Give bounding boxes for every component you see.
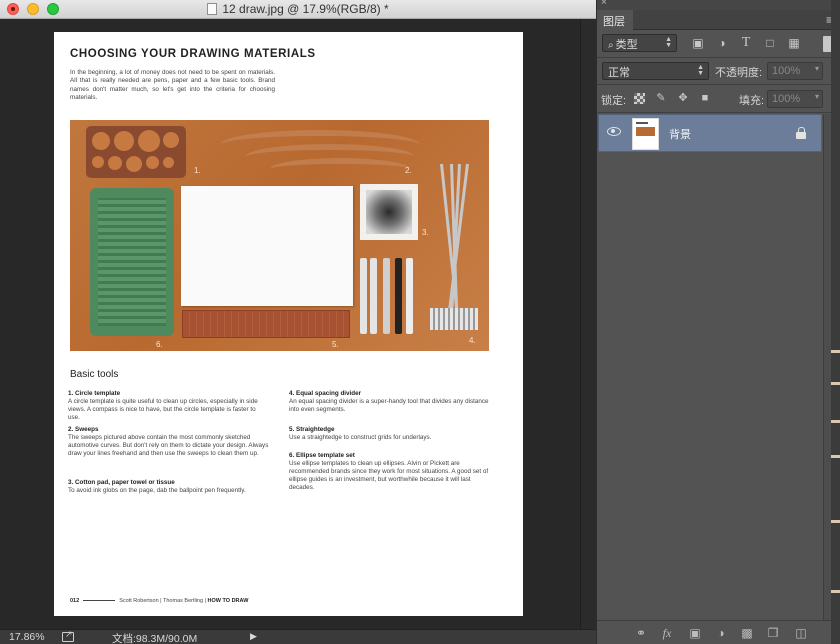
- footer-authors: Scott Robertson | Thomas Bertling |: [119, 598, 207, 604]
- opacity-label: 不透明度:: [715, 67, 763, 79]
- tool-entry: 4. Equal spacing divider An equal spacin…: [289, 390, 489, 413]
- search-icon: ⌕: [608, 40, 614, 51]
- lock-transparency-icon[interactable]: [634, 93, 645, 104]
- type-filter-icon[interactable]: T: [739, 36, 753, 50]
- tool-entry: 6. Ellipse template set Use ellipse temp…: [289, 452, 489, 491]
- circle-template-image: [86, 126, 186, 178]
- footer-book-title: HOW TO DRAW: [207, 598, 249, 604]
- fill-label: 填充:: [739, 95, 765, 107]
- photo-label: 1.: [194, 166, 201, 175]
- footer-rule: [83, 600, 116, 602]
- lock-label: 锁定:: [601, 95, 627, 107]
- trash-icon[interactable]: ◫: [793, 625, 809, 641]
- lock-icon[interactable]: [796, 127, 807, 139]
- chevron-down-icon: ▾: [814, 92, 819, 101]
- close-panel-icon[interactable]: ×: [601, 0, 607, 8]
- ellipse-template-image: [90, 188, 174, 336]
- select-arrows-icon: ▲ ▼: [697, 64, 704, 77]
- zoom-level[interactable]: 17.86%: [9, 631, 45, 643]
- panel-bottom-toolbar: ⚭ fx ▣ ◑ ▩ ❐ ◫: [597, 620, 840, 644]
- document-page: CHOOSING YOUR DRAWING MATERIALS In the b…: [54, 32, 523, 616]
- status-bar: 17.86% 文档:98.3M/90.0M ▶: [0, 629, 596, 644]
- document-titlebar: 12 draw.jpg @ 17.9%(RGB/8) *: [0, 0, 596, 19]
- pen-image: [383, 258, 390, 334]
- adjustment-icon[interactable]: ◑: [713, 625, 729, 641]
- canvas-area[interactable]: CHOOSING YOUR DRAWING MATERIALS In the b…: [0, 19, 596, 629]
- layers-panel: × » 图层 ≡ ⌕类型 ▲▼ ▣ ◑ T □ ▦ 正常 ▲▼ 不透明度:: [596, 0, 840, 644]
- fill-input[interactable]: 100% ▾: [767, 90, 823, 108]
- lock-position-move-icon[interactable]: ✥: [676, 91, 690, 105]
- page-heading: CHOOSING YOUR DRAWING MATERIALS: [70, 48, 316, 60]
- panel-tab-bar: 图层 ≡: [597, 10, 840, 30]
- section-title: Basic tools: [70, 369, 119, 380]
- jpg-file-icon: [207, 3, 218, 15]
- lock-all-icon[interactable]: ■: [698, 91, 712, 105]
- share-icon[interactable]: [62, 629, 74, 642]
- photo-label: 6.: [156, 340, 163, 349]
- spacing-divider-image: [430, 163, 478, 332]
- lock-pixels-brush-icon[interactable]: ✎: [654, 91, 668, 105]
- paper-image: [181, 186, 353, 306]
- tool-entry: 5. Straightedge Use a straightedge to co…: [289, 426, 432, 441]
- visibility-eye-icon[interactable]: [607, 127, 621, 136]
- mask-icon[interactable]: ▣: [687, 625, 703, 641]
- background-window-edge: [831, 0, 840, 644]
- blend-opacity-row: 正常 ▲ ▼ 不透明度: 100% ▾: [597, 58, 840, 85]
- vertical-scrollbar[interactable]: [580, 19, 596, 629]
- new-layer-icon[interactable]: ❐: [765, 625, 781, 641]
- lock-fill-row: 锁定: ✎ ✥ ■ 填充: 100% ▾: [597, 85, 840, 113]
- page-number: 012: [70, 598, 80, 604]
- pen-image: [370, 258, 377, 334]
- pen-image: [406, 258, 413, 334]
- layer-filter-row: ⌕ 类型 ▲ ▼ ▣ ◑ T □ ▦: [597, 30, 840, 58]
- adjustment-filter-icon[interactable]: ◑: [715, 36, 729, 50]
- filter-kind-select[interactable]: ⌕ 类型 ▲ ▼: [602, 34, 677, 52]
- photoshop-window: 12 draw.jpg @ 17.9%(RGB/8) * CHOOSING YO…: [0, 0, 840, 644]
- opacity-input[interactable]: 100% ▾: [767, 62, 823, 80]
- blend-mode-select[interactable]: 正常 ▲ ▼: [602, 62, 709, 80]
- cotton-pad-image: [360, 184, 418, 240]
- image-filter-icon[interactable]: ▣: [691, 36, 705, 50]
- materials-photo: 1. 2. 3. 4. 5. 6.: [70, 120, 489, 351]
- intro-paragraph: In the beginning, a lot of money does no…: [70, 69, 275, 102]
- smart-object-filter-icon[interactable]: ▦: [787, 36, 801, 50]
- photo-label: 4.: [469, 336, 476, 345]
- pen-image: [395, 258, 402, 334]
- layer-thumbnail: [632, 118, 659, 150]
- photo-label: 5.: [332, 340, 339, 349]
- pen-image: [360, 258, 367, 334]
- document-size: 文档:98.3M/90.0M: [112, 633, 198, 644]
- tab-layers[interactable]: 图层: [597, 10, 633, 30]
- straightedge-image: [182, 310, 350, 338]
- chevron-down-icon: ▾: [814, 64, 819, 73]
- photo-label: 3.: [422, 228, 429, 237]
- folder-icon[interactable]: ▩: [739, 625, 755, 641]
- document-window: 12 draw.jpg @ 17.9%(RGB/8) * CHOOSING YO…: [0, 0, 596, 644]
- layer-row-background[interactable]: 背景: [598, 114, 822, 152]
- document-title: 12 draw.jpg @ 17.9%(RGB/8) *: [0, 2, 596, 16]
- link-icon[interactable]: ⚭: [633, 625, 649, 641]
- select-arrows-icon: ▲ ▼: [665, 36, 672, 49]
- page-footer: 012 Scott Robertson | Thomas Bertling | H…: [70, 598, 248, 604]
- tool-entry: 3. Cotton pad, paper towel or tissue To …: [68, 479, 246, 494]
- panel-header: × »: [597, 0, 840, 10]
- sweep-image: [270, 158, 410, 180]
- tool-entry: 2. Sweeps The sweeps pictured above cont…: [68, 426, 269, 457]
- tool-entry: 1. Circle template A circle template is …: [68, 390, 258, 421]
- fx-icon[interactable]: fx: [659, 625, 675, 641]
- shape-filter-icon[interactable]: □: [763, 36, 777, 50]
- photo-label: 2.: [405, 166, 412, 175]
- status-menu-arrow-icon[interactable]: ▶: [250, 631, 257, 642]
- layer-name[interactable]: 背景: [669, 126, 691, 142]
